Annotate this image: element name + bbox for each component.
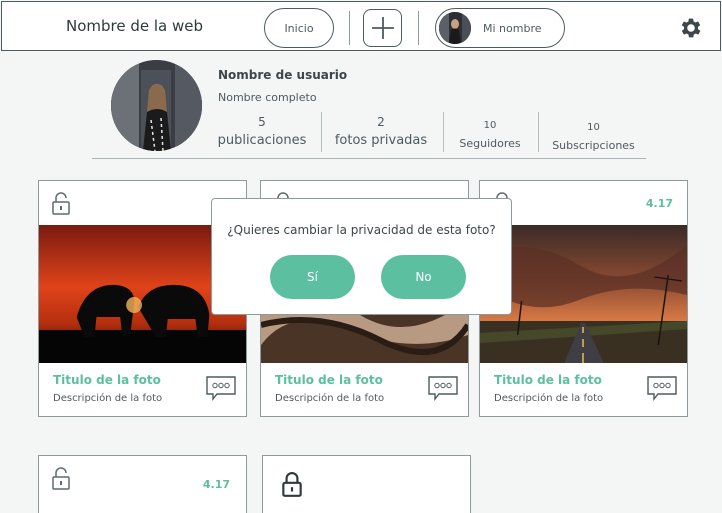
stat-label: publicaciones bbox=[217, 133, 307, 148]
home-button[interactable]: Inicio bbox=[264, 8, 334, 48]
stat-value: 10 bbox=[483, 120, 497, 131]
stat-value: 5 bbox=[258, 115, 266, 129]
privacy-dialog: ¿Quieres cambiar la privacidad de esta f… bbox=[211, 198, 512, 315]
stat-divider bbox=[538, 112, 539, 152]
stat-label: Subscripciones bbox=[552, 139, 635, 152]
profile-avatar[interactable] bbox=[111, 60, 202, 151]
card-description: Descripción de la foto bbox=[53, 393, 163, 404]
avatar bbox=[439, 12, 471, 44]
comment-icon[interactable] bbox=[205, 375, 237, 401]
stat-private-photos[interactable]: 2 fotos privadas bbox=[331, 115, 431, 148]
stat-divider bbox=[321, 112, 322, 152]
profile-username: Nombre de usuario bbox=[218, 68, 348, 82]
unlock-icon[interactable] bbox=[52, 192, 70, 216]
stat-label: Seguidores bbox=[459, 137, 521, 150]
comment-icon[interactable] bbox=[646, 375, 678, 401]
gear-icon[interactable] bbox=[678, 15, 704, 41]
site-name[interactable]: Nombre de la web bbox=[66, 17, 203, 35]
user-name-label: Mi nombre bbox=[483, 21, 542, 35]
card-title[interactable]: Titulo de la foto bbox=[275, 373, 383, 387]
photo-card[interactable] bbox=[262, 455, 471, 513]
stat-value: 10 bbox=[587, 122, 600, 133]
add-photo-button[interactable] bbox=[363, 9, 402, 47]
rating-value: 4.17 bbox=[645, 197, 673, 210]
divider bbox=[418, 11, 419, 45]
lock-icon[interactable] bbox=[282, 472, 302, 498]
stat-followers[interactable]: 10 Seguidores bbox=[450, 120, 530, 150]
card-description: Descripción de la foto bbox=[275, 393, 385, 404]
stat-label: fotos privadas bbox=[334, 133, 428, 148]
plus-icon bbox=[371, 17, 394, 39]
comment-icon[interactable] bbox=[427, 375, 459, 401]
dialog-question: ¿Quieres cambiar la privacidad de esta f… bbox=[227, 223, 496, 237]
card-title[interactable]: Titulo de la foto bbox=[494, 373, 602, 387]
no-button[interactable]: No bbox=[381, 255, 466, 299]
yes-button[interactable]: Sí bbox=[270, 255, 355, 299]
user-menu-button[interactable]: Mi nombre bbox=[435, 8, 565, 48]
photo-card[interactable]: 4.17 bbox=[38, 455, 247, 513]
stat-posts[interactable]: 5 publicaciones bbox=[214, 115, 310, 148]
unlock-icon[interactable] bbox=[52, 467, 70, 491]
card-description: Descripción de la foto bbox=[494, 393, 604, 404]
top-bar: Nombre de la web Inicio Mi nombre bbox=[1, 1, 721, 51]
card-title[interactable]: Titulo de la foto bbox=[53, 373, 161, 387]
stat-divider bbox=[443, 112, 444, 152]
stat-value: 2 bbox=[377, 115, 385, 129]
profile-fullname: Nombre completo bbox=[218, 91, 317, 104]
stat-subscriptions[interactable]: 10 Subscripciones bbox=[546, 122, 641, 152]
divider bbox=[349, 11, 350, 45]
rating-value: 4.17 bbox=[202, 478, 230, 491]
profile-divider bbox=[92, 158, 646, 159]
